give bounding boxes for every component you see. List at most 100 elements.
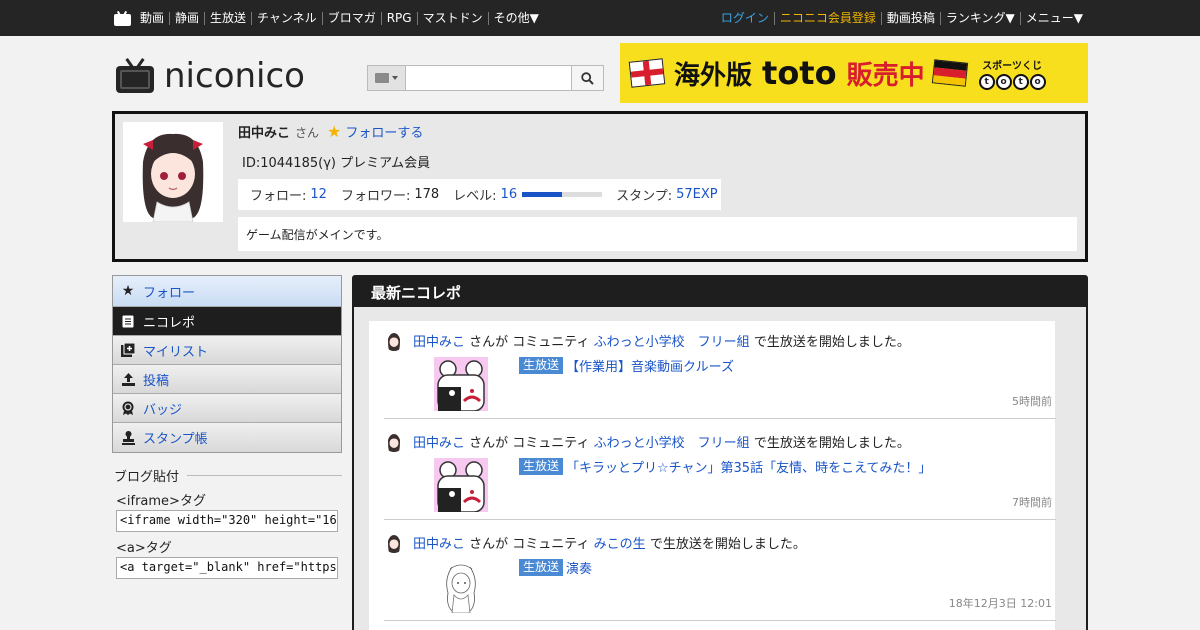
register-link[interactable]: ニコニコ会員登録 <box>773 11 881 25</box>
nav-mastodon[interactable]: マストドン <box>416 11 488 25</box>
brand-letter: t <box>978 73 995 90</box>
germany-flag-icon <box>931 59 968 87</box>
follow-count-label: フォロー: <box>250 189 307 204</box>
search-input[interactable] <box>406 66 571 90</box>
ad-brand-small: スポーツくじ <box>982 60 1042 72</box>
follow-button[interactable]: ★ フォローする <box>327 122 423 142</box>
entry-text-a: さんが コミュニティ <box>469 335 590 350</box>
entry-text-b: で生放送を開始しました。 <box>649 537 806 552</box>
user-profile-box: 田中みこ さん ★ フォローする ID:1044185(γ) プレミアム会員 フ… <box>112 111 1088 262</box>
badge-icon <box>121 401 135 415</box>
nicorepo-feed: 田中みこ さんが コミュニティ ふわっと小学校 フリー組 で生放送を開始しました… <box>369 321 1056 630</box>
sidebar-item-mylist[interactable]: マイリスト <box>113 336 341 365</box>
sidebar-item-post[interactable]: 投稿 <box>113 365 341 394</box>
profile-name-row: 田中みこ さん ★ フォローする <box>238 122 423 142</box>
entry-community-link[interactable]: みこの生 <box>594 537 646 552</box>
upload-icon <box>121 372 135 386</box>
program-thumbnail[interactable] <box>434 357 488 411</box>
program-thumbnail[interactable] <box>434 458 488 512</box>
profile-description: ゲーム配信がメインです。 <box>238 217 1077 251</box>
avatar <box>123 122 223 222</box>
brand-letter: o <box>1029 73 1046 90</box>
nav-blomaga[interactable]: ブロマガ <box>321 11 381 25</box>
follower-count-label: フォロワー: <box>340 189 411 204</box>
search-category-select[interactable] <box>368 66 406 90</box>
brand-letter: t <box>1012 73 1029 90</box>
sidebar-item-badge[interactable]: バッジ <box>113 394 341 423</box>
logo-text: niconico <box>164 56 305 96</box>
stamp-value[interactable]: 57EXP <box>676 187 718 202</box>
sidebar-item-label: ニコレポ <box>143 315 196 331</box>
sidebar-item-label: バッジ <box>143 402 183 418</box>
tv-logo-icon <box>116 58 154 94</box>
ad-text-hanbaichu: 販売中 <box>846 60 925 91</box>
profile-honorific: さん <box>295 126 320 140</box>
program-title-link[interactable]: 「キラッとプリ☆チャン」第35話「友情、時をこえてみた！」 <box>566 457 931 476</box>
star-icon: ★ <box>121 283 135 299</box>
entry-text: 田中みこ さんが コミュニティ ふわっと小学校 フリー組 で生放送を開始しました… <box>413 331 910 350</box>
sidebar-item-label: スタンプ帳 <box>143 432 208 447</box>
entry-community-link[interactable]: ふわっと小学校 フリー組 <box>594 335 750 350</box>
follow-count[interactable]: 12 <box>310 187 327 202</box>
entry-timestamp: 7時間前 <box>1012 496 1052 509</box>
sidebar-item-follow[interactable]: ★ フォロー <box>113 276 341 307</box>
top-nav-bar: 動画 静画 生放送 チャンネル ブロマガ RPG マストドン その他▼ ログイン… <box>0 0 1200 36</box>
sidebar-item-label: 投稿 <box>143 373 170 389</box>
live-badge: 生放送 <box>519 357 564 374</box>
nav-live[interactable]: 生放送 <box>204 11 251 25</box>
entry-text-a: さんが コミュニティ <box>469 436 590 451</box>
level-progress-bar <box>522 192 603 197</box>
sidebar-item-nicorepo[interactable]: ニコレポ <box>113 307 341 336</box>
report-icon <box>121 314 135 328</box>
blog-embed-heading: ブログ貼付 <box>114 466 342 485</box>
iframe-embed-field[interactable]: <iframe width="320" height="160" src <box>116 510 338 532</box>
entry-text-b: で生放送を開始しました。 <box>753 335 910 350</box>
tv-icon <box>375 73 389 83</box>
user-mini-avatar[interactable] <box>384 533 404 553</box>
nav-seiga[interactable]: 静画 <box>169 11 204 25</box>
stamp-label: スタンプ: <box>616 189 673 204</box>
nav-other-dropdown[interactable]: その他▼ <box>487 11 544 25</box>
brand-letter: o <box>995 73 1012 90</box>
entry-user-link[interactable]: 田中みこ <box>413 436 465 451</box>
sidebar-item-stamp[interactable]: スタンプ帳 <box>113 423 341 452</box>
niconico-tv-icon[interactable] <box>114 10 132 26</box>
nav-channel[interactable]: チャンネル <box>251 11 322 25</box>
menu-dropdown[interactable]: メニュー▼ <box>1019 11 1088 25</box>
sidebar-item-label: フォロー <box>143 285 196 301</box>
sidebar-item-label: マイリスト <box>143 344 209 360</box>
program-thumbnail[interactable] <box>434 559 488 613</box>
caret-down-icon <box>392 76 398 80</box>
program-title-link[interactable]: 【作業用】音楽動画クルーズ <box>566 356 734 375</box>
entry-text-b: で生放送を開始しました。 <box>753 436 910 451</box>
follower-count: 178 <box>414 187 440 202</box>
divider <box>384 418 1056 419</box>
toto-ad-banner[interactable]: 海外版 toto 販売中 スポーツくじ t o t o <box>620 43 1088 103</box>
nav-douga[interactable]: 動画 <box>138 11 169 25</box>
sidebar-menu: ★ フォロー ニコレポ マイリスト 投稿 バッジ スタンプ帳 <box>112 275 342 453</box>
star-icon: ★ <box>327 122 342 141</box>
entry-community-link[interactable]: ふわっと小学校 フリー組 <box>594 436 750 451</box>
ad-text-toto: toto <box>762 54 837 92</box>
panel-body: 田中みこ さんが コミュニティ ふわっと小学校 フリー組 で生放送を開始しました… <box>354 307 1086 630</box>
upload-video-link[interactable]: 動画投稿 <box>880 11 940 25</box>
a-tag-embed-field[interactable]: <a target="_blank" href="https://www. <box>116 557 338 579</box>
a-tag-label: <a>タグ <box>116 541 172 556</box>
user-mini-avatar[interactable] <box>384 331 404 351</box>
live-badge: 生放送 <box>519 458 564 475</box>
login-link[interactable]: ログイン <box>716 11 774 25</box>
entry-user-link[interactable]: 田中みこ <box>413 537 465 552</box>
program-title-link[interactable]: 演奏 <box>566 558 592 577</box>
entry-user-link[interactable]: 田中みこ <box>413 335 465 350</box>
nicorepo-panel: 最新ニコレポ 田中みこ さんが コミュニティ ふわっと小学校 フリー組 で生放送… <box>352 275 1088 630</box>
user-mini-avatar[interactable] <box>384 432 404 452</box>
ranking-dropdown[interactable]: ランキング▼ <box>939 11 1020 25</box>
entry-text: 田中みこ さんが コミュニティ ふわっと小学校 フリー組 で生放送を開始しました… <box>413 432 910 451</box>
nav-rpg[interactable]: RPG <box>380 11 417 25</box>
niconico-logo[interactable]: niconico <box>116 56 356 96</box>
search-icon <box>581 71 594 85</box>
profile-id: ID:1044185(γ) プレミアム会員 <box>242 156 431 171</box>
entry-timestamp: 5時間前 <box>1012 395 1052 408</box>
search-button[interactable] <box>571 66 603 90</box>
entry-timestamp: 18年12月3日 12:01 <box>948 597 1052 610</box>
